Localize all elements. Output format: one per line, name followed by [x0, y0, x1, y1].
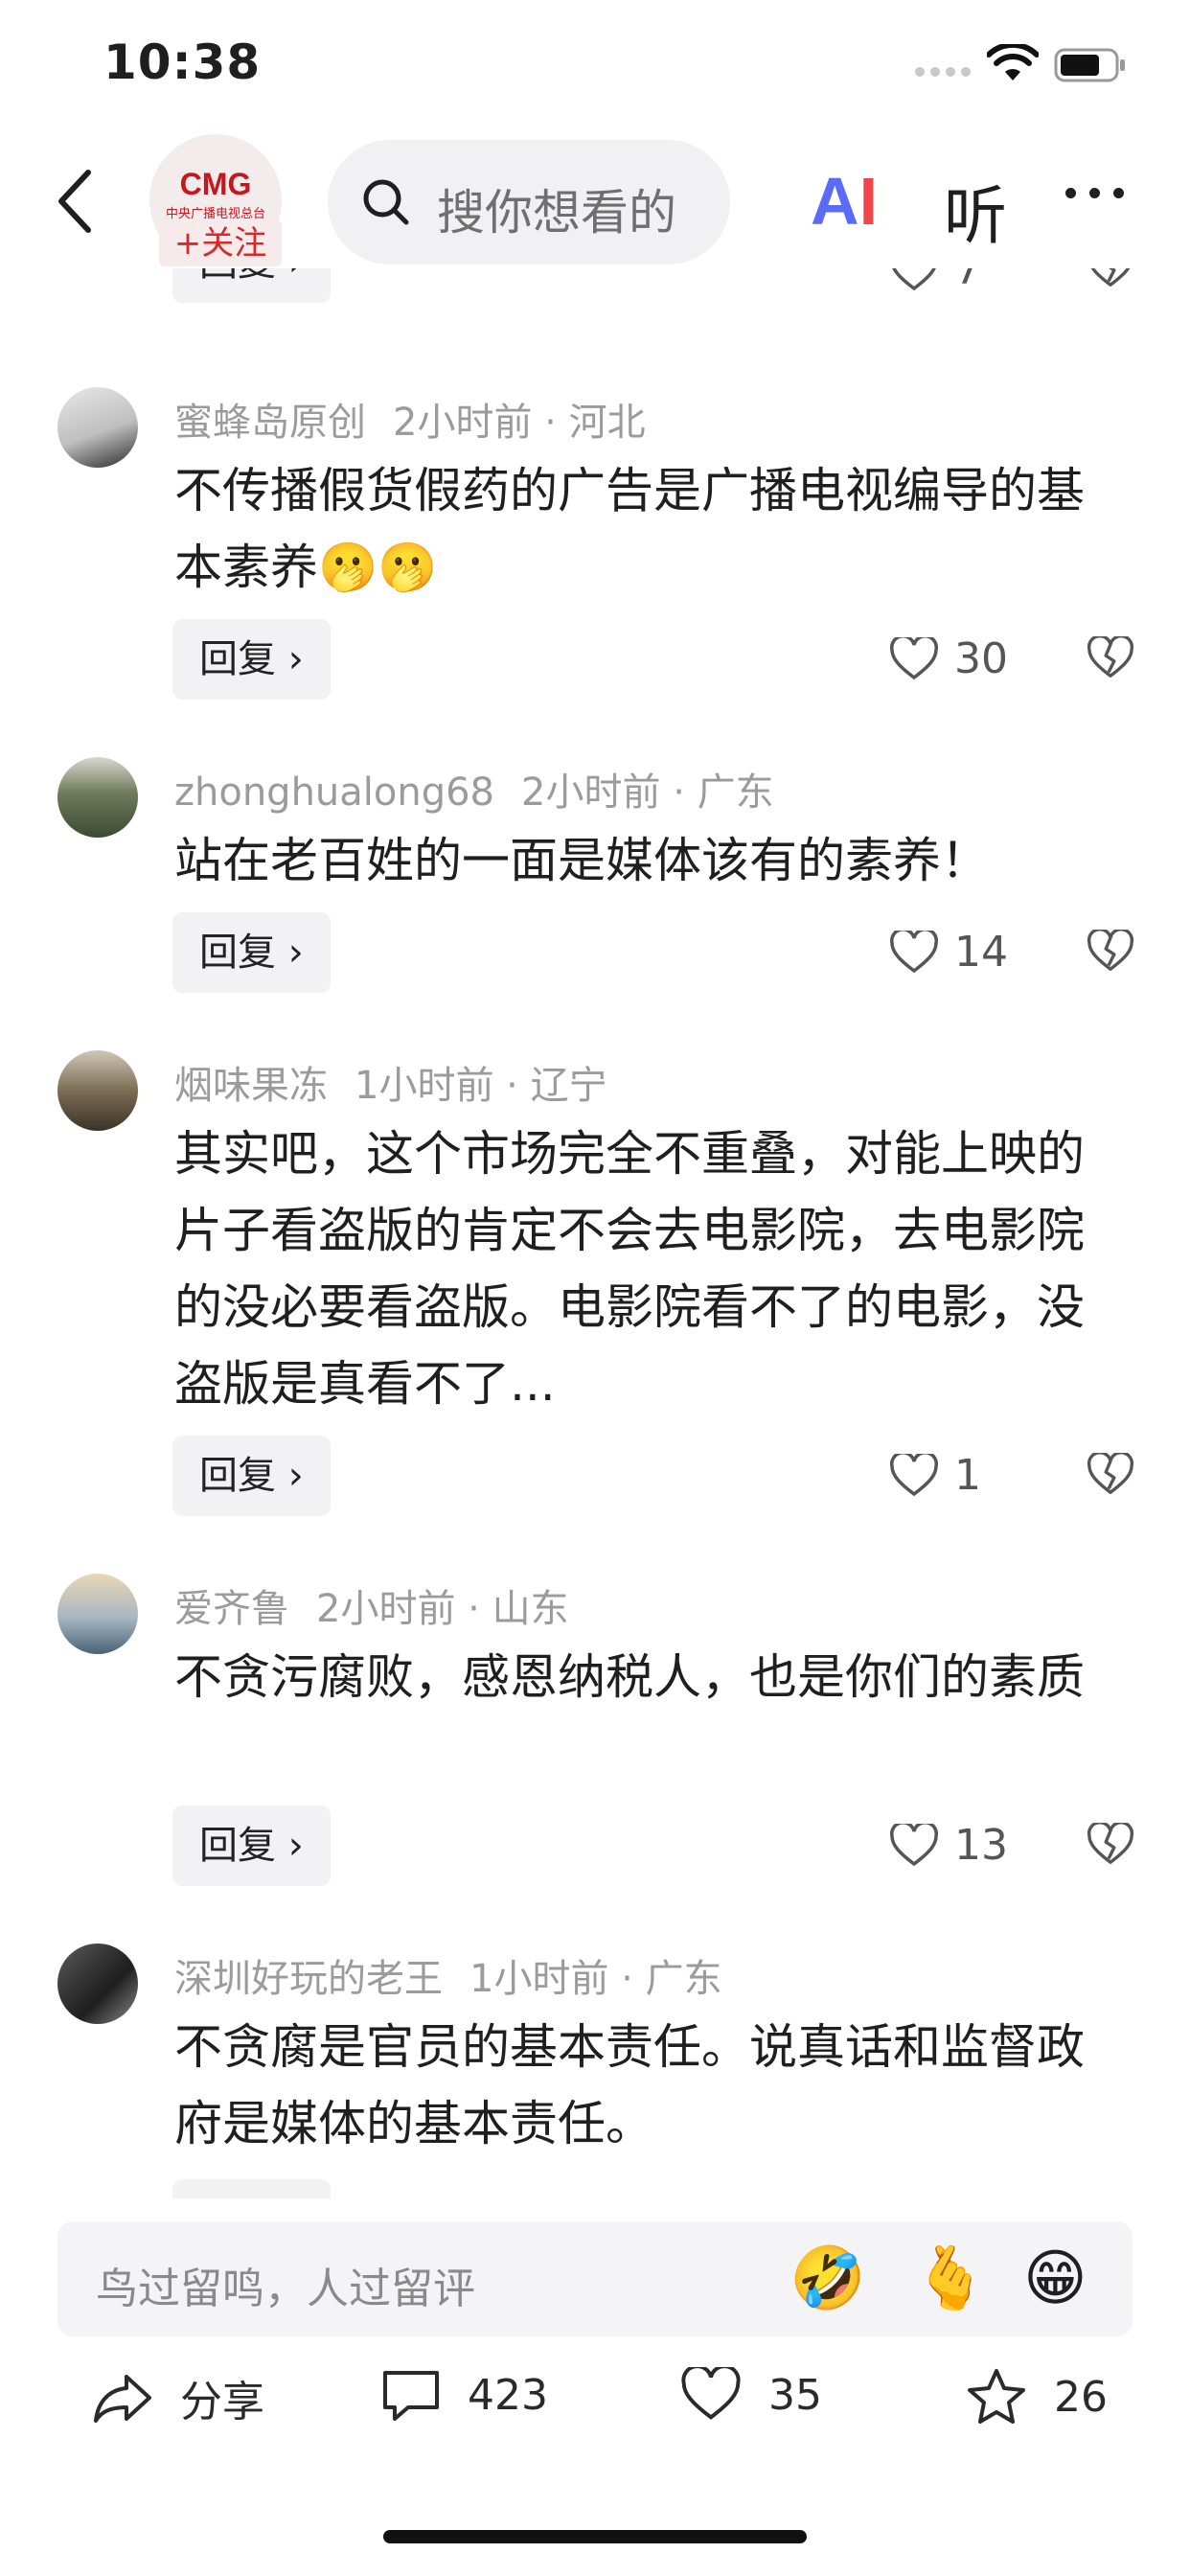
username[interactable]: 蜜蜂岛原创 — [174, 401, 366, 445]
likes-count: 35 — [768, 2370, 822, 2420]
comment-text: 其实吧，这个市场完全不重叠，对能上映的片子看盗版的肯定不会去电影院，去电影院的没… — [174, 1126, 1085, 1412]
reply-button[interactable]: 回复 › — [172, 1806, 331, 1886]
username[interactable]: 烟味果冻 — [174, 1064, 328, 1108]
search-placeholder: 搜你想看的 — [437, 185, 676, 241]
like-count: 13 — [954, 1821, 1008, 1870]
comment-time: 2小时前 — [316, 1587, 456, 1631]
share-icon — [94, 2375, 151, 2423]
comment-text: 站在老百姓的一面是媒体该有的素养！ — [174, 833, 989, 888]
listen-button[interactable]: 听 — [944, 165, 1007, 257]
laughing-emoji-icon[interactable]: 🤣 — [790, 2244, 866, 2313]
search-bar[interactable]: 搜你想看的 — [328, 140, 730, 264]
more-icon[interactable] — [1065, 188, 1124, 198]
dislike-icon[interactable] — [1087, 636, 1134, 680]
comment-text: 不贪污腐败，感恩纳税人，也是你们的素质 — [174, 1649, 1085, 1705]
comment-time: 2小时前 — [393, 401, 533, 445]
comment-time: 1小时前 — [469, 1957, 609, 2001]
comment-input[interactable]: 鸟过留鸣，人过留评 🤣 🫰 😁 — [57, 2221, 1133, 2336]
account-logo-text: CMG — [179, 167, 252, 201]
follow-button[interactable]: +关注 — [159, 220, 282, 266]
heart-icon — [681, 2367, 741, 2420]
comment-meta: 爱齐鲁 2小时前 · 山东 — [174, 1587, 569, 1631]
star-icon — [968, 2369, 1025, 2424]
comment-text: 不传播假货假药的广告是广播电视编导的基本素养🫢🫢 — [174, 463, 1085, 595]
finger-heart-emoji-icon[interactable]: 🫰 — [912, 2244, 989, 2313]
battery-icon — [1054, 48, 1125, 82]
like-count: 1 — [954, 1451, 981, 1500]
user-avatar[interactable] — [57, 1574, 138, 1654]
share-button[interactable]: 分享 — [92, 2367, 264, 2428]
comment-input-placeholder: 鸟过留鸣，人过留评 — [96, 2265, 475, 2313]
account-logo-subtext: 中央广播电视总台 — [165, 207, 265, 221]
comment-time: 2小时前 — [521, 770, 661, 815]
username[interactable]: 爱齐鲁 — [174, 1587, 289, 1631]
like-button[interactable]: 14 — [889, 928, 1008, 977]
back-arrow-icon[interactable] — [46, 163, 103, 240]
home-indicator[interactable] — [383, 2530, 807, 2543]
share-label: 分享 — [180, 2378, 264, 2426]
reply-button[interactable]: 回复 › — [172, 2179, 331, 2198]
reply-button[interactable]: 回复 › — [172, 1436, 331, 1516]
like-button[interactable]: 1 — [889, 1451, 981, 1500]
like-button[interactable]: 13 — [889, 1821, 1008, 1870]
user-avatar[interactable] — [57, 1050, 138, 1131]
username[interactable]: 深圳好玩的老王 — [174, 1957, 443, 2001]
like-post-button[interactable]: 35 — [680, 2367, 822, 2423]
comment-location: 广东 — [697, 770, 774, 815]
favorites-count: 26 — [1054, 2372, 1108, 2422]
username[interactable]: zhonghualong68 — [174, 770, 494, 815]
user-avatar[interactable] — [57, 757, 138, 838]
comments-count: 423 — [468, 2370, 548, 2420]
wifi-icon — [987, 44, 1039, 80]
comment-icon — [383, 2371, 439, 2421]
comment-meta: 烟味果冻 1小时前 · 辽宁 — [174, 1064, 607, 1108]
reply-button[interactable]: 回复 › — [172, 619, 331, 700]
search-icon — [363, 179, 409, 225]
status-time: 10:38 — [103, 34, 262, 90]
heart-icon — [889, 930, 939, 973]
status-bar: 10:38 — [0, 0, 1190, 125]
grinning-emoji-icon[interactable]: 😁 — [1023, 2244, 1087, 2313]
comment-location: 辽宁 — [530, 1064, 607, 1108]
heart-icon — [889, 1823, 939, 1866]
comment-text: 不贪腐是官员的基本责任。说真话和监督政府是媒体的基本责任。 — [174, 2019, 1085, 2151]
comment-item: 深圳好玩的老王 1小时前 · 广东 不贪腐是官员的基本责任。说真话和监督政府是媒体… — [0, 1940, 1190, 2198]
dislike-icon[interactable] — [1087, 930, 1134, 974]
previous-comment-partial: 回复 › 7 — [0, 259, 1190, 326]
top-nav: CMG 中央广播电视总台 +关注 搜你想看的 AI 听 — [0, 134, 1190, 268]
like-button[interactable]: 30 — [889, 634, 1008, 683]
comment-meta: 蜜蜂岛原创 2小时前 · 河北 — [174, 401, 646, 445]
comments-button[interactable]: 423 — [381, 2367, 548, 2423]
comment-location: 河北 — [568, 401, 646, 445]
reply-button[interactable]: 回复 › — [172, 912, 331, 993]
comment-location: 山东 — [492, 1587, 569, 1631]
user-avatar[interactable] — [57, 1944, 138, 2024]
comment-meta: 深圳好玩的老王 1小时前 · 广东 — [174, 1957, 722, 2001]
heart-icon — [889, 1453, 939, 1496]
comment-location: 广东 — [645, 1957, 722, 2001]
like-count: 14 — [954, 928, 1008, 977]
comment-meta: zhonghualong68 2小时前 · 广东 — [174, 770, 774, 815]
ai-button[interactable]: AI — [811, 163, 878, 240]
favorite-button[interactable]: 26 — [966, 2367, 1108, 2426]
like-count: 30 — [954, 634, 1008, 683]
dislike-icon[interactable] — [1087, 1453, 1134, 1497]
user-avatar[interactable] — [57, 387, 138, 468]
comment-time: 1小时前 — [355, 1064, 494, 1108]
dislike-icon[interactable] — [1087, 1823, 1134, 1867]
heart-icon — [889, 636, 939, 679]
cellular-signal-icon — [915, 67, 971, 77]
